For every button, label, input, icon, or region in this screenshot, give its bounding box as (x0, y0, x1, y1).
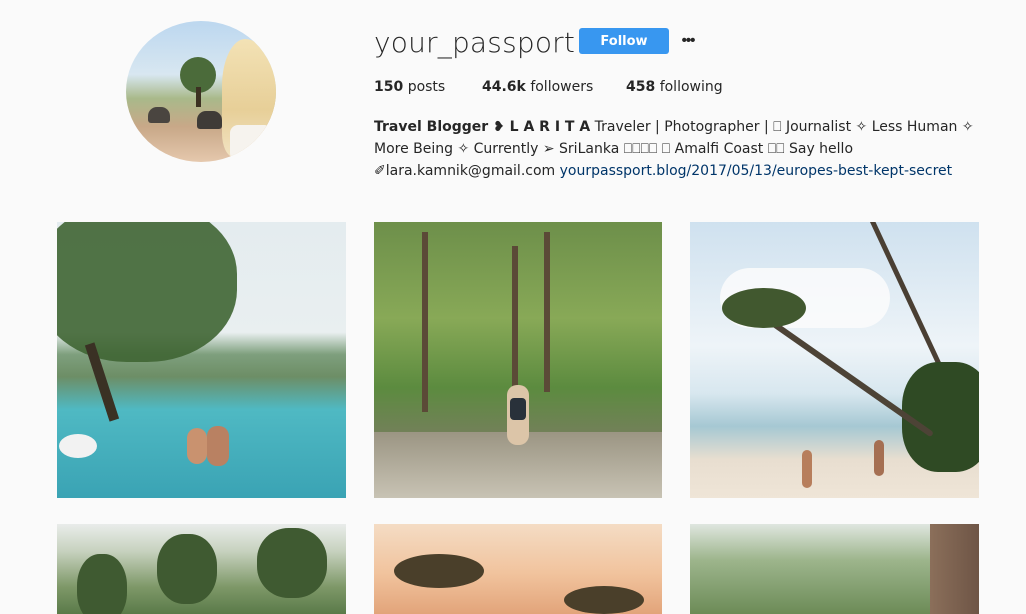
followers-label: followers (530, 79, 594, 95)
post-thumbnail[interactable] (374, 524, 662, 614)
avatar-tree-trunk (196, 87, 201, 107)
following-label: following (659, 79, 723, 95)
followers-count: 44.6k (482, 79, 526, 95)
tile-palm-trunk (758, 312, 935, 438)
avatar-elephant (197, 111, 222, 129)
bio-link[interactable]: yourpassport.blog/2017/05/13/europes-bes… (560, 163, 953, 179)
bio-full-name: Travel Blogger ❥ L A R I T A (374, 119, 591, 135)
following-count: 458 (626, 79, 656, 95)
tile-palm-leaves (722, 288, 806, 328)
profile-avatar[interactable] (126, 21, 276, 162)
tile-tree (157, 534, 217, 604)
profile-page: your_passport Follow ••• 150 posts 44.6k… (0, 0, 1026, 614)
post-thumbnail[interactable] (374, 222, 662, 498)
tile-window-frame (930, 524, 979, 614)
posts-stat: 150 posts (374, 79, 445, 95)
tile-tree (257, 528, 327, 598)
posts-label: posts (407, 79, 446, 95)
avatar-elephant (148, 107, 170, 123)
tile-bush (902, 362, 979, 472)
post-thumbnail[interactable] (57, 524, 346, 614)
followers-stat[interactable]: 44.6k followers (482, 79, 593, 95)
tile-backpack (510, 398, 526, 420)
tile-tree (544, 232, 550, 392)
tile-person (874, 440, 884, 476)
avatar-shirt (230, 125, 272, 161)
tile-tree-foliage (57, 222, 237, 362)
tile-tree (564, 586, 644, 614)
follow-button[interactable]: Follow (579, 28, 669, 54)
profile-username: your_passport (374, 26, 576, 59)
tile-person (802, 450, 812, 488)
tile-float-ring (59, 434, 97, 458)
more-options-icon[interactable]: ••• (680, 31, 696, 49)
tile-person (207, 426, 229, 466)
tile-tree (512, 246, 518, 396)
tile-tree (77, 554, 127, 614)
post-thumbnail[interactable] (57, 222, 346, 498)
post-thumbnail[interactable] (690, 524, 979, 614)
post-thumbnail[interactable] (690, 222, 979, 498)
tile-tree (422, 232, 428, 412)
tile-person (187, 428, 207, 464)
following-stat[interactable]: 458 following (626, 79, 723, 95)
posts-count: 150 (374, 79, 404, 95)
profile-bio: Travel Blogger ❥ L A R I T A Traveler | … (374, 116, 984, 182)
tile-tree (394, 554, 484, 588)
